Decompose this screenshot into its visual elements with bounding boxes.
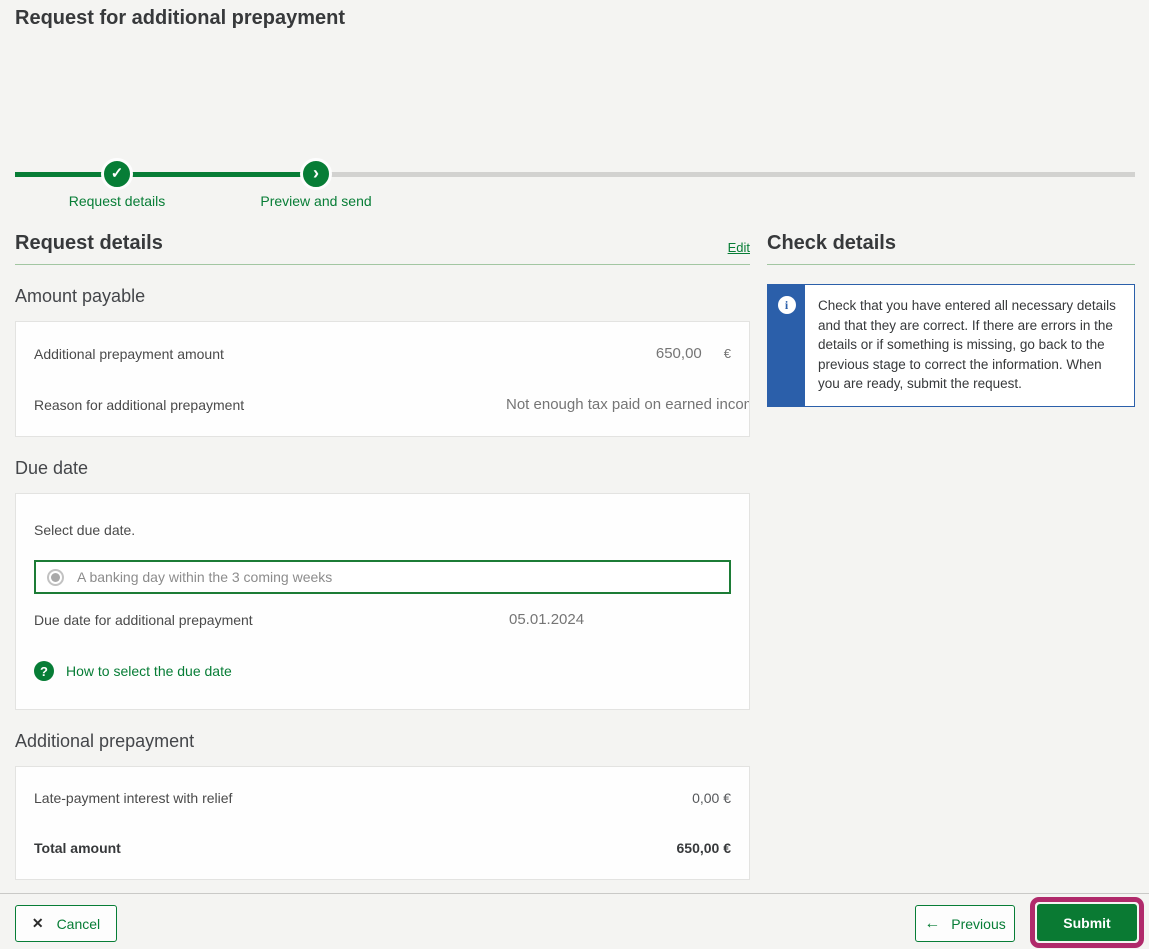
request-details-heading: Request details [15,232,163,255]
cancel-button[interactable]: ✕ Cancel [15,905,117,942]
progress-stepper: ✓ › Request details Preview and send [15,158,1135,214]
late-payment-interest-label: Late-payment interest with relief [34,790,232,806]
due-date-heading: Due date [15,458,750,479]
additional-prepayment-amount-label: Additional prepayment amount [34,346,224,362]
previous-button[interactable]: ← Previous [915,905,1015,942]
step-request-details[interactable]: ✓ [101,158,133,190]
check-icon: ✓ [111,166,124,181]
amount-payable-heading: Amount payable [15,286,750,307]
chevron-right-icon: › [313,164,319,182]
additional-prepayment-amount-row: Additional prepayment amount 650,00 € [34,328,731,379]
total-amount-label: Total amount [34,840,121,856]
submit-button[interactable]: Submit [1037,904,1137,941]
edit-link[interactable]: Edit [728,240,750,255]
check-details-header: Check details [767,232,1135,265]
late-payment-interest-value: 0,00 € [692,790,731,806]
arrow-left-icon: ← [924,916,940,932]
due-date-help-link[interactable]: ? How to select the due date [34,661,731,681]
footer-divider [0,893,1149,894]
additional-prepayment-heading: Additional prepayment [15,731,750,752]
request-details-column: Request details Edit Amount payable Addi… [15,232,750,880]
cancel-button-label: Cancel [57,916,101,932]
due-date-help-text: How to select the due date [66,663,232,679]
step-preview-and-send[interactable]: › [300,158,332,190]
close-icon: ✕ [32,915,44,932]
request-details-header: Request details Edit [15,232,750,265]
reason-row: Reason for additional prepayment Not eno… [34,379,731,430]
radio-button-icon[interactable] [47,569,64,586]
previous-button-label: Previous [951,916,1005,932]
due-date-radio-label: A banking day within the 3 coming weeks [77,569,332,585]
info-box: i Check that you have entered all necess… [767,284,1135,407]
due-date-radio-option[interactable]: A banking day within the 3 coming weeks [34,560,731,594]
check-details-heading: Check details [767,232,896,255]
reason-value: Not enough tax paid on earned income [506,396,749,413]
late-payment-interest-row: Late-payment interest with relief 0,00 € [34,773,731,823]
check-details-column: Check details i Check that you have ente… [767,232,1135,407]
info-box-stripe: i [768,285,805,406]
info-box-text: Check that you have entered all necessar… [805,285,1134,406]
total-amount-value: 650,00 € [677,840,732,856]
submit-button-label: Submit [1063,915,1110,931]
due-date-card: Select due date. A banking day within th… [15,493,750,710]
total-amount-row: Total amount 650,00 € [34,823,731,873]
euro-suffix: € [724,346,731,361]
question-mark-icon: ? [34,661,54,681]
info-icon: i [778,296,796,314]
reason-label: Reason for additional prepayment [34,397,244,413]
amount-payable-card: Additional prepayment amount 650,00 € Re… [15,321,750,437]
step-label-request-details: Request details [69,193,166,209]
step-label-preview-and-send: Preview and send [260,193,371,209]
radio-dot [51,573,60,582]
stepper-progress [15,172,316,177]
page-title: Request for additional prepayment [15,7,345,30]
additional-prepayment-amount-value-group: 650,00 € [656,345,731,362]
additional-prepayment-amount-value: 650,00 [656,345,702,362]
submit-button-highlight: Submit [1030,897,1144,948]
due-date-value-row: Due date for additional prepayment 05.01… [34,594,731,645]
due-date-value-label: Due date for additional prepayment [34,612,253,628]
due-date-value: 05.01.2024 [509,611,731,628]
select-due-date-label: Select due date. [34,522,731,538]
additional-prepayment-card: Late-payment interest with relief 0,00 €… [15,766,750,880]
